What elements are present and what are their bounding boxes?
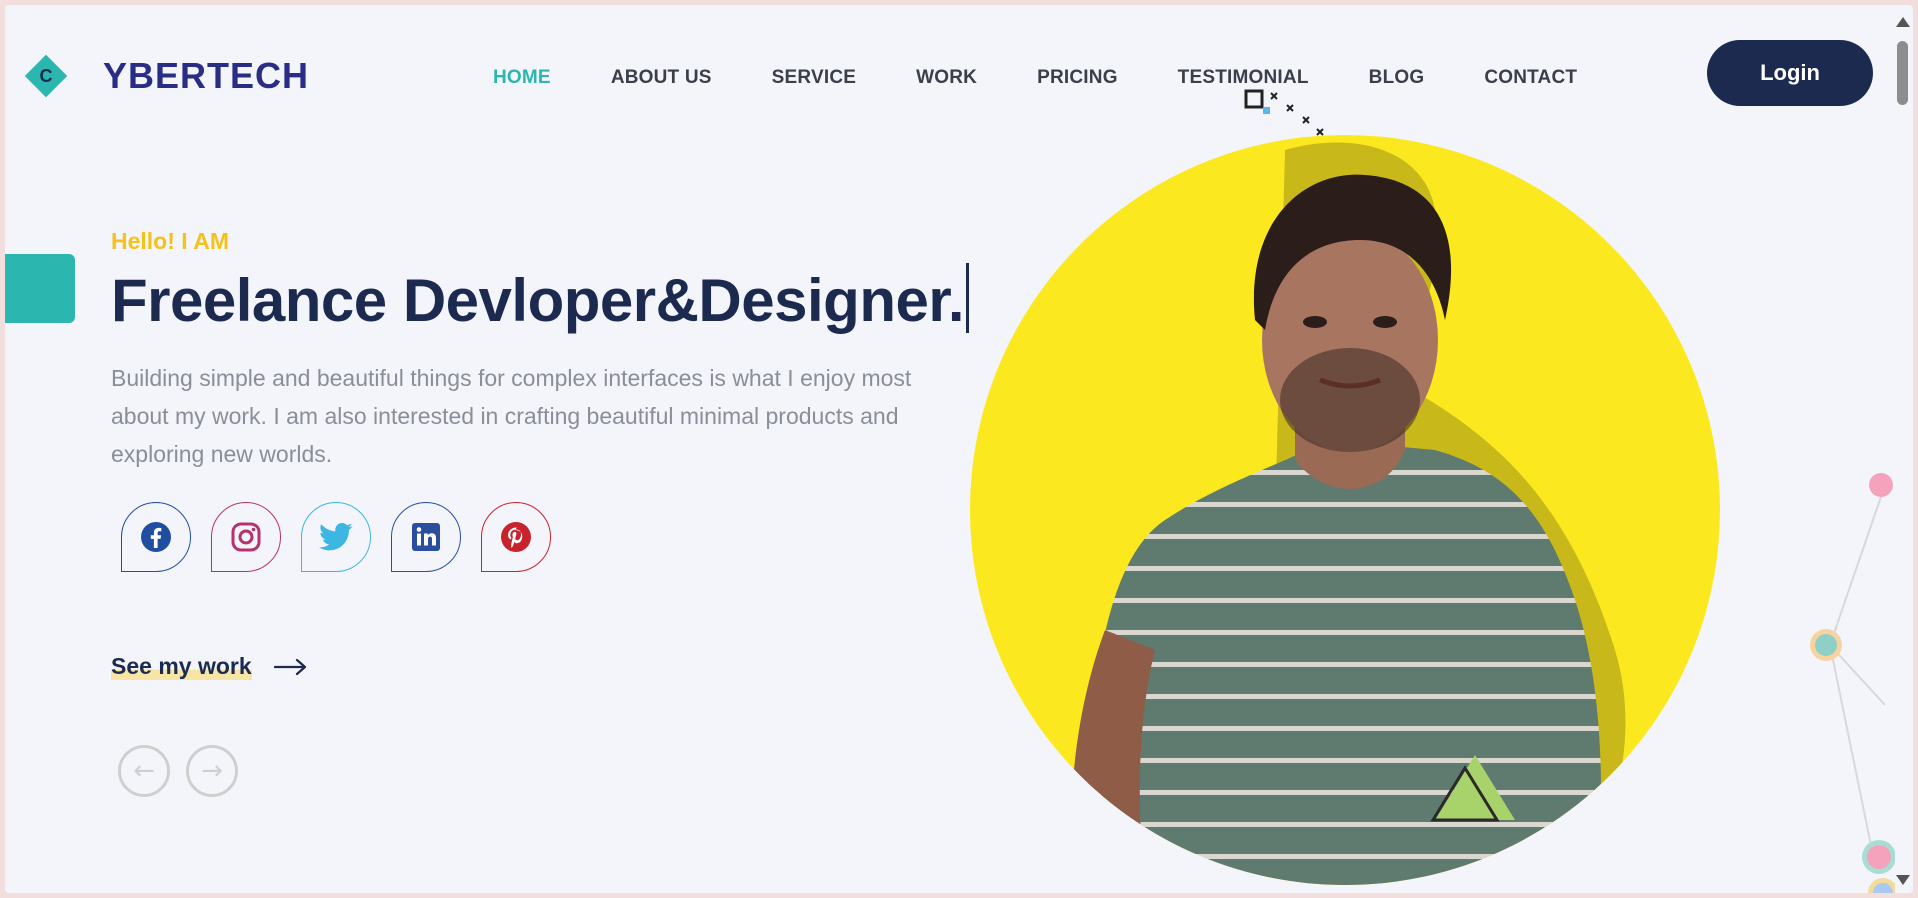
scroll-down-arrow-icon[interactable] <box>1896 875 1910 885</box>
see-my-work-label: See my work <box>111 653 252 680</box>
nav-pricing[interactable]: PRICING <box>1037 67 1118 89</box>
nav-service[interactable]: SERVICE <box>772 67 856 89</box>
facebook-icon <box>141 522 171 552</box>
prev-slide-button[interactable]: ← <box>118 745 170 797</box>
main-nav: HOME ABOUT US SERVICE WORK PRICING TESTI… <box>493 67 1637 89</box>
logo-mark-letter: C <box>39 65 53 86</box>
slider-pager: ← → <box>118 745 254 797</box>
instagram-link[interactable] <box>211 502 281 572</box>
network-decoration <box>1810 473 1895 893</box>
login-button[interactable]: Login <box>1707 40 1873 106</box>
linkedin-icon <box>412 523 440 551</box>
hero-description: Building simple and beautiful things for… <box>111 365 912 467</box>
linkedin-link[interactable] <box>391 502 461 572</box>
hero-greeting: Hello! I AM <box>111 228 229 254</box>
nav-home[interactable]: HOME <box>493 67 551 89</box>
social-links <box>121 502 571 572</box>
accent-block <box>5 254 75 323</box>
nav-contact[interactable]: CONTACT <box>1484 67 1577 89</box>
nav-work[interactable]: WORK <box>916 67 977 89</box>
browser-viewport: C YBERTECH HOME ABOUT US SERVICE WORK PR… <box>5 5 1913 893</box>
next-slide-button[interactable]: → <box>186 745 238 797</box>
pinterest-icon <box>501 522 531 552</box>
hero-portrait-image <box>970 135 1720 885</box>
page-scrollbar[interactable] <box>1891 5 1913 893</box>
arrow-right-icon <box>273 658 306 675</box>
logo-diamond-icon: C <box>24 54 68 98</box>
nav-blog[interactable]: BLOG <box>1369 67 1425 89</box>
scroll-up-arrow-icon[interactable] <box>1896 17 1910 27</box>
brand-name: YBERTECH <box>103 55 310 96</box>
twitter-link[interactable] <box>301 502 371 572</box>
scrollbar-thumb[interactable] <box>1897 41 1908 105</box>
pinterest-link[interactable] <box>481 502 551 572</box>
hero-headline-text: Freelance Devloper&Designer. <box>111 267 965 334</box>
instagram-icon <box>231 522 261 552</box>
twitter-icon <box>319 522 353 551</box>
hero-headline: Freelance Devloper&Designer. <box>111 263 970 335</box>
see-my-work-link[interactable]: See my work <box>111 653 308 680</box>
facebook-link[interactable] <box>121 502 191 572</box>
nav-about-us[interactable]: ABOUT US <box>611 67 712 89</box>
brand-logo[interactable]: C YBERTECH <box>24 54 310 98</box>
